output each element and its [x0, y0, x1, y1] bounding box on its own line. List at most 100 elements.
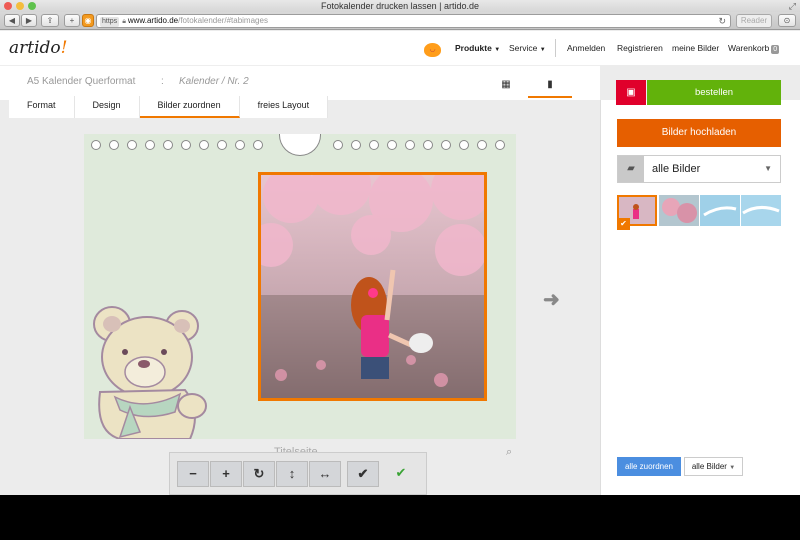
plus-icon: + [69, 16, 75, 25]
binding-ring [387, 140, 397, 150]
zoom-icon[interactable]: ⌕ [506, 446, 512, 459]
selected-check-icon: ✔ [617, 218, 630, 230]
binding-ring [181, 140, 191, 150]
forward-arrow-icon: ▶ [25, 16, 33, 25]
nav-warenkorb[interactable]: Warenkorb 0 [728, 43, 780, 54]
binding-ring [477, 140, 487, 150]
forward-button[interactable]: ▶ [21, 14, 37, 27]
back-button[interactable]: ◀ [4, 14, 20, 27]
thumbnail-sky-photo [700, 195, 740, 226]
page-view-button[interactable]: ▮ [528, 72, 572, 98]
check-circle-icon: ✔ [395, 465, 407, 480]
girl-with-blossoms-photo [261, 175, 484, 398]
binding-ring [495, 140, 505, 150]
nav-divider [555, 39, 556, 57]
url-path: /fotokalender/#tabimages [178, 16, 268, 25]
image-filter-select[interactable]: alle Bilder ▼ [684, 457, 743, 476]
share-button[interactable]: ⇪ [41, 14, 59, 27]
nav-produkte[interactable]: Produkte ▼ [455, 43, 500, 53]
grid-view-button[interactable]: ▦ [484, 72, 528, 98]
share-icon: ⇪ [46, 16, 54, 25]
binding-ring [127, 140, 137, 150]
floppy-disk-icon: ▣ [626, 87, 636, 98]
project-subtitle: Kalender / Nr. 2 [179, 76, 249, 87]
image-thumbnail[interactable] [741, 195, 781, 226]
confirm-button[interactable]: ✔ [385, 461, 417, 487]
next-page-arrow-icon[interactable]: ➜ [543, 287, 560, 312]
binding-ring [423, 140, 433, 150]
browser-toolbar: ◀ ▶ ⇪ + ◉ https 🔒︎ www.artido.de/fotokale… [0, 12, 800, 30]
binding-ring [405, 140, 415, 150]
check-icon: ✔ [357, 466, 369, 481]
zoom-out-button[interactable]: − [177, 461, 209, 487]
tab-format[interactable]: Format [9, 96, 75, 118]
cart-count-badge: 0 [771, 45, 780, 54]
save-button[interactable]: ▣ [616, 80, 646, 105]
folder-select[interactable]: ▰ alle Bilder ▼ [617, 155, 781, 183]
grid-icon: ▦ [501, 79, 511, 90]
binding-ring [91, 140, 101, 150]
photo-slot[interactable] [258, 172, 487, 401]
thumbnail-sky-photo [741, 195, 781, 226]
plus-icon: + [222, 466, 230, 481]
tab-freies-layout[interactable]: freies Layout [240, 96, 329, 118]
image-thumbnail[interactable] [700, 195, 740, 226]
nav-registrieren[interactable]: Registrieren [617, 43, 663, 53]
image-tool-strip: − + ↻ ↕ ↔ ✔ ✔ [169, 452, 427, 495]
flip-horizontal-button[interactable]: ↔ [309, 461, 341, 487]
apply-button[interactable]: ✔ [347, 461, 379, 487]
rss-icon: ◉ [84, 16, 92, 25]
image-filter-value: alle Bilder [691, 462, 727, 471]
horizontal-arrows-icon: ↔ [318, 466, 332, 481]
site-header: artido! ◡ Produkte ▼ Service ▼ Anmelden … [0, 31, 800, 65]
assign-all-button[interactable]: alle zuordnen [617, 457, 681, 476]
project-name: A5 Kalender Querformat [27, 76, 136, 87]
rotate-button[interactable]: ↻ [243, 461, 275, 487]
chevron-down-icon: ▼ [494, 47, 501, 53]
image-thumbnail[interactable] [659, 195, 699, 226]
order-button[interactable]: bestellen [647, 80, 781, 105]
thumbnail-blossom-photo [659, 195, 699, 226]
minus-icon: − [189, 466, 197, 481]
reload-icon[interactable]: ↻ [718, 15, 726, 27]
tab-design[interactable]: Design [75, 96, 140, 118]
rss-button[interactable]: ◉ [82, 14, 94, 27]
zoom-window-button[interactable] [28, 2, 36, 10]
binding-ring [351, 140, 361, 150]
window-titlebar: Fotokalender drucken lassen | artido.de … [0, 0, 800, 12]
back-arrow-icon: ◀ [8, 16, 16, 25]
binding-ring [441, 140, 451, 150]
close-window-button[interactable] [4, 2, 12, 10]
binding-ring [109, 140, 119, 150]
editor-tabs: Format Design Bilder zuordnen freies Lay… [9, 96, 329, 118]
logo-text: artido [9, 38, 61, 58]
new-tab-button[interactable]: + [64, 14, 80, 27]
binding-ring [253, 140, 263, 150]
nav-anmelden[interactable]: Anmelden [567, 43, 605, 53]
nav-service-label: Service [509, 43, 538, 53]
nav-service[interactable]: Service ▼ [509, 43, 546, 53]
binding-ring [217, 140, 227, 150]
vertical-arrows-icon: ↕ [288, 466, 296, 481]
nav-meine-bilder[interactable]: meine Bilder [672, 43, 719, 53]
nav-produkte-label: Produkte [455, 43, 492, 53]
upload-images-button[interactable]: Bilder hochladen [617, 119, 781, 147]
reader-button[interactable]: Reader [736, 14, 772, 28]
chevron-down-icon: ▼ [539, 47, 546, 53]
address-bar[interactable]: https 🔒︎ www.artido.de/fotokalender/#tabi… [96, 14, 731, 28]
binding-ring [235, 140, 245, 150]
url-host: www.artido.de [127, 16, 179, 25]
fullscreen-icon[interactable]: ⤢ [789, 0, 796, 12]
https-badge: https [100, 17, 120, 27]
binding-ring [163, 140, 173, 150]
artido-logo[interactable]: artido! [9, 38, 68, 58]
zoom-in-button[interactable]: + [210, 461, 242, 487]
tab-bilder-zuordnen[interactable]: Bilder zuordnen [139, 96, 240, 118]
minimize-window-button[interactable] [16, 2, 24, 10]
flip-vertical-button[interactable]: ↕ [276, 461, 308, 487]
logo-bang: ! [60, 38, 68, 58]
mascot-icon: ◡ [424, 43, 441, 57]
downloads-button[interactable]: ⊙ [778, 14, 796, 27]
folder-select-value: alle Bilder [652, 163, 701, 175]
project-separator: : [161, 76, 164, 87]
